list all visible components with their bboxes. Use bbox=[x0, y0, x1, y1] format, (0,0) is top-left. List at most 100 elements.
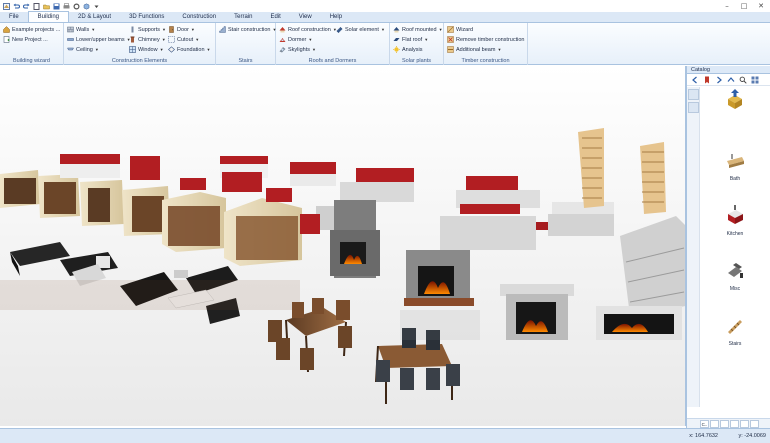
tab-construction[interactable]: Construction bbox=[173, 12, 225, 22]
chimney-button[interactable]: Chimney ▼ bbox=[129, 35, 166, 44]
window-button[interactable]: Window ▼ bbox=[129, 45, 164, 54]
ceiling-button[interactable]: Ceiling ▼ bbox=[67, 45, 99, 54]
catalog-side-button[interactable] bbox=[688, 89, 699, 100]
settings-icon[interactable] bbox=[73, 2, 80, 10]
cutout-icon bbox=[168, 36, 175, 43]
door-icon bbox=[169, 26, 174, 33]
chimney-icon bbox=[130, 36, 135, 43]
group-timber-construction: Wizard Remove timber construction Additi… bbox=[444, 23, 528, 65]
remove-timber-icon bbox=[447, 36, 454, 43]
roof-mounted-solar-icon bbox=[393, 27, 400, 33]
example-projects-button[interactable]: Example projects ... bbox=[3, 25, 60, 34]
tab-building[interactable]: Building bbox=[27, 11, 70, 22]
ribbon: Example projects ... New Project ... Bui… bbox=[0, 23, 770, 65]
undo-icon[interactable] bbox=[13, 3, 20, 10]
roof-construction-button[interactable]: Roof construction ▼ bbox=[279, 25, 337, 34]
open-folder-icon[interactable] bbox=[43, 3, 50, 10]
catalog-tab[interactable] bbox=[720, 419, 729, 428]
roof-mounted-button[interactable]: Roof mounted ▼ bbox=[393, 25, 443, 34]
catalog-item-bath[interactable]: Bath bbox=[700, 147, 770, 182]
catalog-item-label: Kitchen bbox=[726, 231, 744, 237]
cutout-button[interactable]: Cutout ▼ bbox=[168, 35, 199, 44]
catalog-tab[interactable] bbox=[740, 419, 749, 428]
catalog-tab[interactable] bbox=[710, 419, 719, 428]
catalog-item-misc[interactable]: Misc bbox=[700, 257, 770, 292]
maximize-icon[interactable]: □ bbox=[737, 1, 751, 10]
chevron-down-icon: ▼ bbox=[159, 47, 164, 52]
minimize-icon[interactable]: – bbox=[720, 1, 734, 10]
folder-up-icon bbox=[728, 89, 742, 109]
catalog-forward-icon[interactable] bbox=[714, 75, 723, 84]
catalog-side-button[interactable] bbox=[688, 102, 699, 113]
tab-edit[interactable]: Edit bbox=[261, 12, 289, 22]
catalog-tab[interactable] bbox=[730, 419, 739, 428]
redo-icon[interactable] bbox=[23, 3, 30, 10]
new-project-button[interactable]: New Project ... bbox=[3, 35, 48, 44]
tab-file[interactable]: File bbox=[0, 12, 28, 22]
dormer-button[interactable]: Dormer ▼ bbox=[279, 35, 312, 44]
additional-beam-button[interactable]: Additional beam ▼ bbox=[447, 45, 501, 54]
foundation-button[interactable]: Foundation ▼ bbox=[168, 45, 211, 54]
chevron-down-icon: ▼ bbox=[312, 47, 316, 52]
app-logo-icon[interactable] bbox=[3, 2, 10, 10]
beams-button[interactable]: Lower/upper beams ▼ bbox=[67, 35, 131, 44]
tab-3d-functions[interactable]: 3D Functions bbox=[120, 12, 173, 22]
print-icon[interactable] bbox=[63, 2, 70, 10]
catalog-view-icon[interactable] bbox=[750, 75, 759, 84]
save-icon[interactable] bbox=[53, 3, 60, 10]
group-label: Timber construction bbox=[461, 58, 510, 64]
chevron-down-icon: ▼ bbox=[497, 47, 502, 52]
chevron-down-icon: ▼ bbox=[195, 37, 200, 42]
chevron-down-icon: ▼ bbox=[91, 27, 96, 32]
catalog-item-kitchen[interactable]: Kitchen bbox=[700, 202, 770, 237]
catalog-bookmark-icon[interactable] bbox=[702, 75, 711, 84]
door-button[interactable]: Door ▼ bbox=[168, 25, 195, 34]
skylight-icon bbox=[279, 47, 286, 53]
new-file-icon[interactable] bbox=[33, 2, 40, 10]
tab-terrain[interactable]: Terrain bbox=[225, 12, 261, 22]
walls-button[interactable]: Walls ▼ bbox=[67, 25, 95, 34]
foundation-icon bbox=[168, 46, 175, 53]
3d-viewport[interactable] bbox=[0, 66, 686, 426]
skylights-button[interactable]: Skylights ▼ bbox=[279, 45, 316, 54]
catalog-search-icon[interactable] bbox=[738, 75, 747, 84]
view-3d-icon[interactable] bbox=[83, 3, 90, 10]
timber-wizard-button[interactable]: Wizard bbox=[447, 25, 473, 34]
tab-view[interactable]: View bbox=[290, 12, 321, 22]
catalog-folder-up[interactable] bbox=[700, 87, 770, 115]
remove-timber-label: Remove timber construction bbox=[456, 36, 525, 43]
dropdown-icon[interactable] bbox=[93, 3, 100, 10]
catalog-item-label: Stairs bbox=[728, 341, 742, 347]
analysis-button[interactable]: Analysis bbox=[393, 45, 422, 54]
chevron-down-icon: ▼ bbox=[424, 37, 429, 42]
catalog-tab[interactable]: C.. bbox=[700, 419, 709, 428]
catalog-panel: Catalog Bath Kitchen Misc Stairs C.. bbox=[686, 66, 770, 428]
group-label: Roofs and Dormers bbox=[308, 58, 357, 64]
foundation-label: Foundation bbox=[177, 46, 205, 53]
close-icon[interactable]: ✕ bbox=[754, 1, 768, 10]
stair-construction-button[interactable]: Stair construction ▼ bbox=[219, 25, 276, 34]
window-icon bbox=[129, 46, 136, 53]
beam-icon bbox=[67, 38, 74, 41]
analysis-icon bbox=[393, 46, 400, 53]
catalog-item-label: Bath bbox=[729, 176, 741, 182]
catalog-up-icon[interactable] bbox=[726, 75, 735, 84]
chimney-label: Chimney bbox=[138, 36, 160, 43]
chevron-down-icon: ▼ bbox=[162, 27, 166, 32]
supports-button[interactable]: Supports ▼ bbox=[129, 25, 166, 34]
solar-element-button[interactable]: Solar element ▼ bbox=[336, 25, 385, 34]
additional-beam-label: Additional beam bbox=[456, 46, 496, 53]
catalog-item-stairs[interactable]: Stairs bbox=[700, 312, 770, 347]
stair-construction-label: Stair construction bbox=[228, 26, 271, 33]
chevron-down-icon: ▼ bbox=[161, 37, 166, 42]
kitchen-icon bbox=[728, 205, 743, 224]
tab-help[interactable]: Help bbox=[321, 12, 351, 22]
flat-roof-button[interactable]: Flat roof ▼ bbox=[393, 35, 428, 44]
catalog-back-icon[interactable] bbox=[690, 75, 699, 84]
tab-2d-layout[interactable]: 2D & Layout bbox=[69, 12, 120, 22]
roof-construction-label: Roof construction bbox=[288, 26, 331, 33]
remove-timber-button[interactable]: Remove timber construction bbox=[447, 35, 524, 44]
status-x-coordinate: x: 164.7632 bbox=[689, 433, 718, 439]
catalog-tab[interactable] bbox=[750, 419, 759, 428]
solar-element-label: Solar element bbox=[345, 26, 379, 33]
